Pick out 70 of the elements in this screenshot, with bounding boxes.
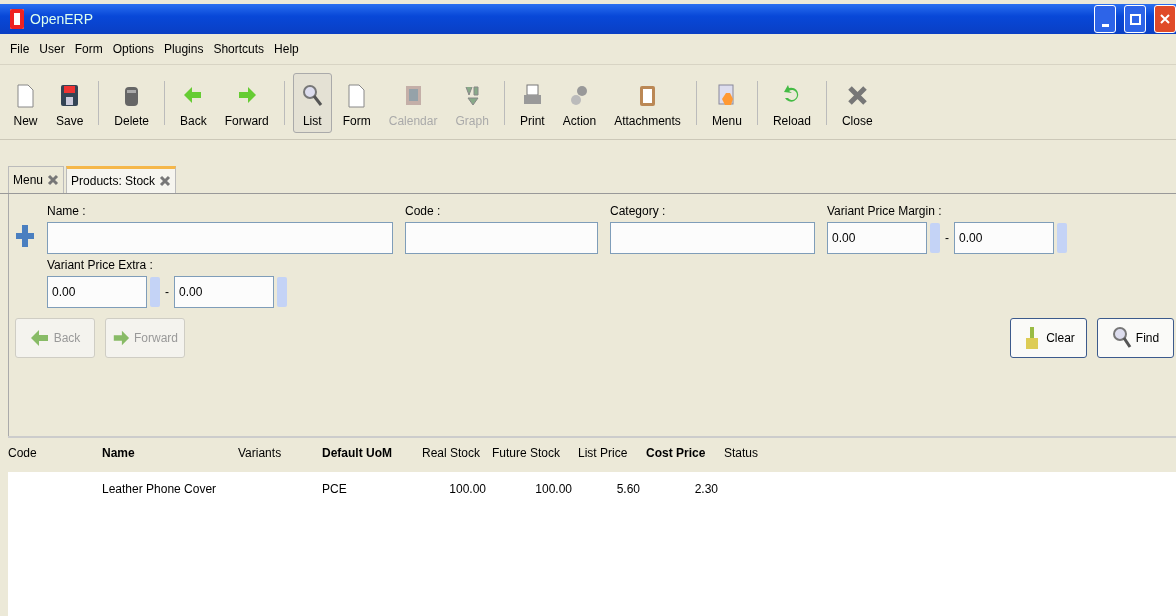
column-header[interactable]: Name (102, 446, 232, 460)
number-field[interactable]: 0.00 (954, 222, 1054, 254)
menu-item[interactable]: Shortcuts (213, 42, 265, 56)
menu-item[interactable]: User (39, 42, 65, 56)
field-label: Code : (405, 204, 442, 218)
column-header[interactable]: Future Stock (492, 446, 572, 460)
toolbar-button[interactable]: Back (173, 73, 214, 133)
column-header[interactable]: Default UoM (322, 446, 416, 460)
restore-button[interactable] (1124, 5, 1146, 33)
code-field[interactable] (405, 222, 598, 254)
menu-item[interactable]: Form (74, 42, 103, 56)
table-cell-text: Leather Phone Cover (102, 482, 218, 496)
toolbar-button[interactable]: Print (512, 73, 552, 133)
toolbar-button[interactable]: Forward (217, 73, 276, 133)
menu-item[interactable]: Options (112, 42, 155, 56)
right-arrow-icon (112, 328, 130, 348)
close-icon[interactable] (47, 174, 60, 186)
toolbar-button[interactable]: New (6, 73, 45, 133)
number-field[interactable]: 0.00 (47, 276, 147, 308)
name-field[interactable] (47, 222, 393, 254)
category-field[interactable] (610, 222, 815, 254)
toolbar-button[interactable]: Delete (107, 73, 157, 133)
tab[interactable]: Menu (8, 166, 65, 193)
field-label: Variant Price Extra : (47, 258, 154, 272)
search-icon (1111, 326, 1132, 350)
close-icon[interactable] (159, 175, 172, 187)
toolbar-button[interactable]: List (292, 73, 332, 133)
toolbar-button[interactable]: Save (49, 73, 91, 133)
app-logo-icon (10, 9, 24, 29)
table-cell-text: 5.60 (615, 482, 640, 496)
column-header[interactable]: Code (8, 446, 96, 460)
tab-label: Menu (13, 173, 44, 187)
left-arrow-icon (29, 328, 50, 348)
toolbar-button[interactable]: Action (555, 73, 604, 133)
minimize-icon (1101, 23, 1109, 27)
clear-button[interactable]: Clear (1010, 318, 1087, 358)
plus-icon (15, 224, 35, 248)
table-cell-text: PCE (322, 482, 348, 496)
range-separator: - (165, 285, 169, 299)
toolbar-button[interactable]: Menu (704, 73, 749, 133)
range-separator: - (945, 231, 949, 245)
menu-item[interactable]: Help (274, 42, 299, 56)
close-icon (1160, 14, 1170, 24)
window-title: OpenERP (30, 11, 94, 27)
table-cell-text: 2.30 (693, 482, 718, 496)
column-header[interactable]: Cost Price (646, 446, 718, 460)
menu-item[interactable]: Plugins (164, 42, 204, 56)
menu-item[interactable]: File (10, 42, 30, 56)
minimize-button[interactable] (1094, 5, 1116, 33)
toolbar-button[interactable]: Form (335, 73, 378, 133)
field-label: Category : (610, 204, 667, 218)
number-field[interactable]: 0.00 (174, 276, 274, 308)
toolbar-button[interactable]: Close (834, 73, 880, 133)
restore-icon (1129, 13, 1141, 25)
table-row[interactable]: Leather Phone Cover PCE 100.00 100.00 5.60 2.30 (8, 472, 1176, 506)
toolbar-button[interactable]: Attachments (607, 73, 688, 133)
table-cell-text: 100.00 (534, 482, 572, 496)
column-header[interactable]: Variants (238, 446, 316, 460)
number-field[interactable]: 0.00 (827, 222, 927, 254)
field-label: Name : (47, 204, 87, 218)
field-label: Variant Price Margin : (827, 204, 943, 218)
column-header[interactable]: Status (724, 446, 784, 460)
table-cell-text: 100.00 (448, 482, 486, 496)
find-button[interactable]: Find (1097, 318, 1174, 358)
tab[interactable]: Products: Stock (66, 166, 177, 193)
close-button[interactable] (1154, 5, 1176, 33)
tab-label: Products: Stock (71, 174, 156, 188)
column-header[interactable]: List Price (578, 446, 640, 460)
toolbar-button[interactable]: Reload (765, 73, 818, 133)
column-header[interactable]: Real Stock (422, 446, 486, 460)
